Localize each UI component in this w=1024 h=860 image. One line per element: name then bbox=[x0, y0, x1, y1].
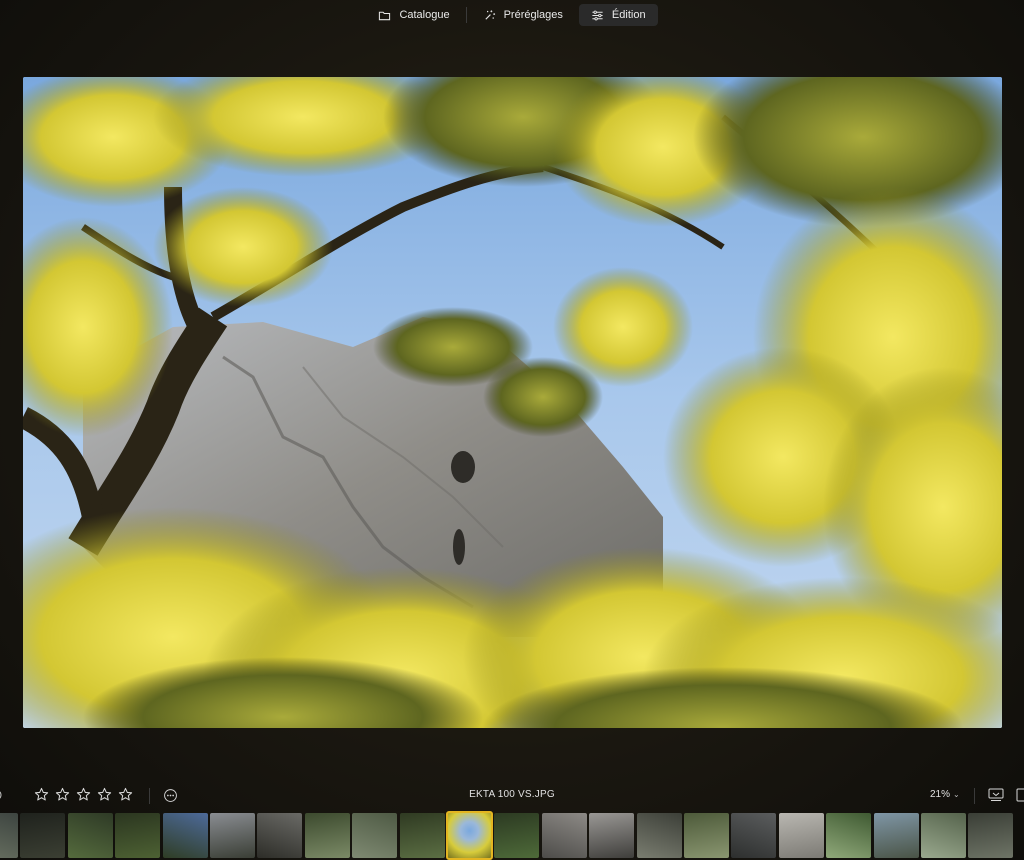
top-bar: Catalogue Préréglages Édition bbox=[0, 0, 1024, 30]
filmstrip-thumb[interactable] bbox=[968, 813, 1014, 858]
filmstrip-thumb[interactable] bbox=[494, 813, 540, 858]
filmstrip-thumb[interactable] bbox=[115, 813, 161, 858]
tab-edit-label: Édition bbox=[611, 9, 646, 21]
filmstrip-thumb[interactable] bbox=[67, 813, 113, 858]
filmstrip-thumb[interactable] bbox=[873, 813, 919, 858]
filmstrip-thumb[interactable] bbox=[589, 813, 635, 858]
filmstrip-thumb-selected[interactable] bbox=[446, 811, 493, 860]
tab-catalogue-label: Catalogue bbox=[399, 9, 450, 21]
photo-preview[interactable] bbox=[23, 77, 1002, 728]
filmstrip-thumb[interactable] bbox=[352, 813, 398, 858]
tab-presets-label: Préréglages bbox=[503, 9, 563, 21]
zoom-selector[interactable]: 21% ⌄ bbox=[930, 789, 960, 800]
filmstrip-thumb[interactable] bbox=[257, 813, 303, 858]
filmstrip-thumb[interactable] bbox=[731, 813, 777, 858]
panel-toggle-icon[interactable] bbox=[1016, 788, 1024, 802]
filmstrip-thumb[interactable] bbox=[826, 813, 872, 858]
info-bar: EKTA 100 VS.JPG 21% ⌄ bbox=[0, 785, 1024, 807]
tab-divider bbox=[465, 7, 467, 23]
filmstrip-thumb[interactable] bbox=[778, 813, 824, 858]
view-mode-icon[interactable] bbox=[988, 788, 1004, 802]
chevron-down-icon: ⌄ bbox=[953, 790, 960, 799]
filmstrip-thumb[interactable] bbox=[304, 813, 350, 858]
tab-presets[interactable]: Préréglages bbox=[471, 4, 575, 26]
sliders-icon bbox=[592, 10, 603, 20]
filmstrip-thumb[interactable] bbox=[210, 813, 255, 858]
filmstrip-thumb[interactable] bbox=[162, 813, 208, 858]
sparkle-icon bbox=[484, 9, 495, 20]
mode-tabs: Catalogue Préréglages Édition bbox=[366, 4, 658, 26]
more-options-icon[interactable] bbox=[163, 788, 178, 803]
filmstrip-thumb[interactable] bbox=[541, 813, 587, 858]
star-icon[interactable] bbox=[55, 787, 70, 802]
photo-image bbox=[23, 77, 1002, 728]
info-divider bbox=[974, 788, 975, 804]
tab-catalogue[interactable]: Catalogue bbox=[366, 4, 461, 26]
folder-icon bbox=[379, 11, 391, 20]
star-icon[interactable] bbox=[76, 787, 91, 802]
info-divider bbox=[149, 788, 150, 804]
partial-icon[interactable] bbox=[0, 788, 4, 802]
filmstrip-thumb[interactable] bbox=[684, 813, 729, 858]
star-icon[interactable] bbox=[97, 787, 112, 802]
tab-edit[interactable]: Édition bbox=[578, 4, 658, 26]
zoom-value: 21% bbox=[930, 789, 951, 800]
filmstrip-thumb[interactable] bbox=[636, 813, 682, 858]
star-rating bbox=[34, 787, 133, 802]
filmstrip-thumb[interactable] bbox=[921, 813, 966, 858]
filmstrip-thumb[interactable] bbox=[20, 813, 66, 858]
file-name: EKTA 100 VS.JPG bbox=[469, 789, 555, 800]
star-icon[interactable] bbox=[34, 787, 49, 802]
filmstrip-thumb[interactable] bbox=[399, 813, 445, 858]
filmstrip bbox=[0, 811, 1024, 860]
star-icon[interactable] bbox=[118, 787, 133, 802]
filmstrip-thumb[interactable] bbox=[0, 813, 18, 858]
